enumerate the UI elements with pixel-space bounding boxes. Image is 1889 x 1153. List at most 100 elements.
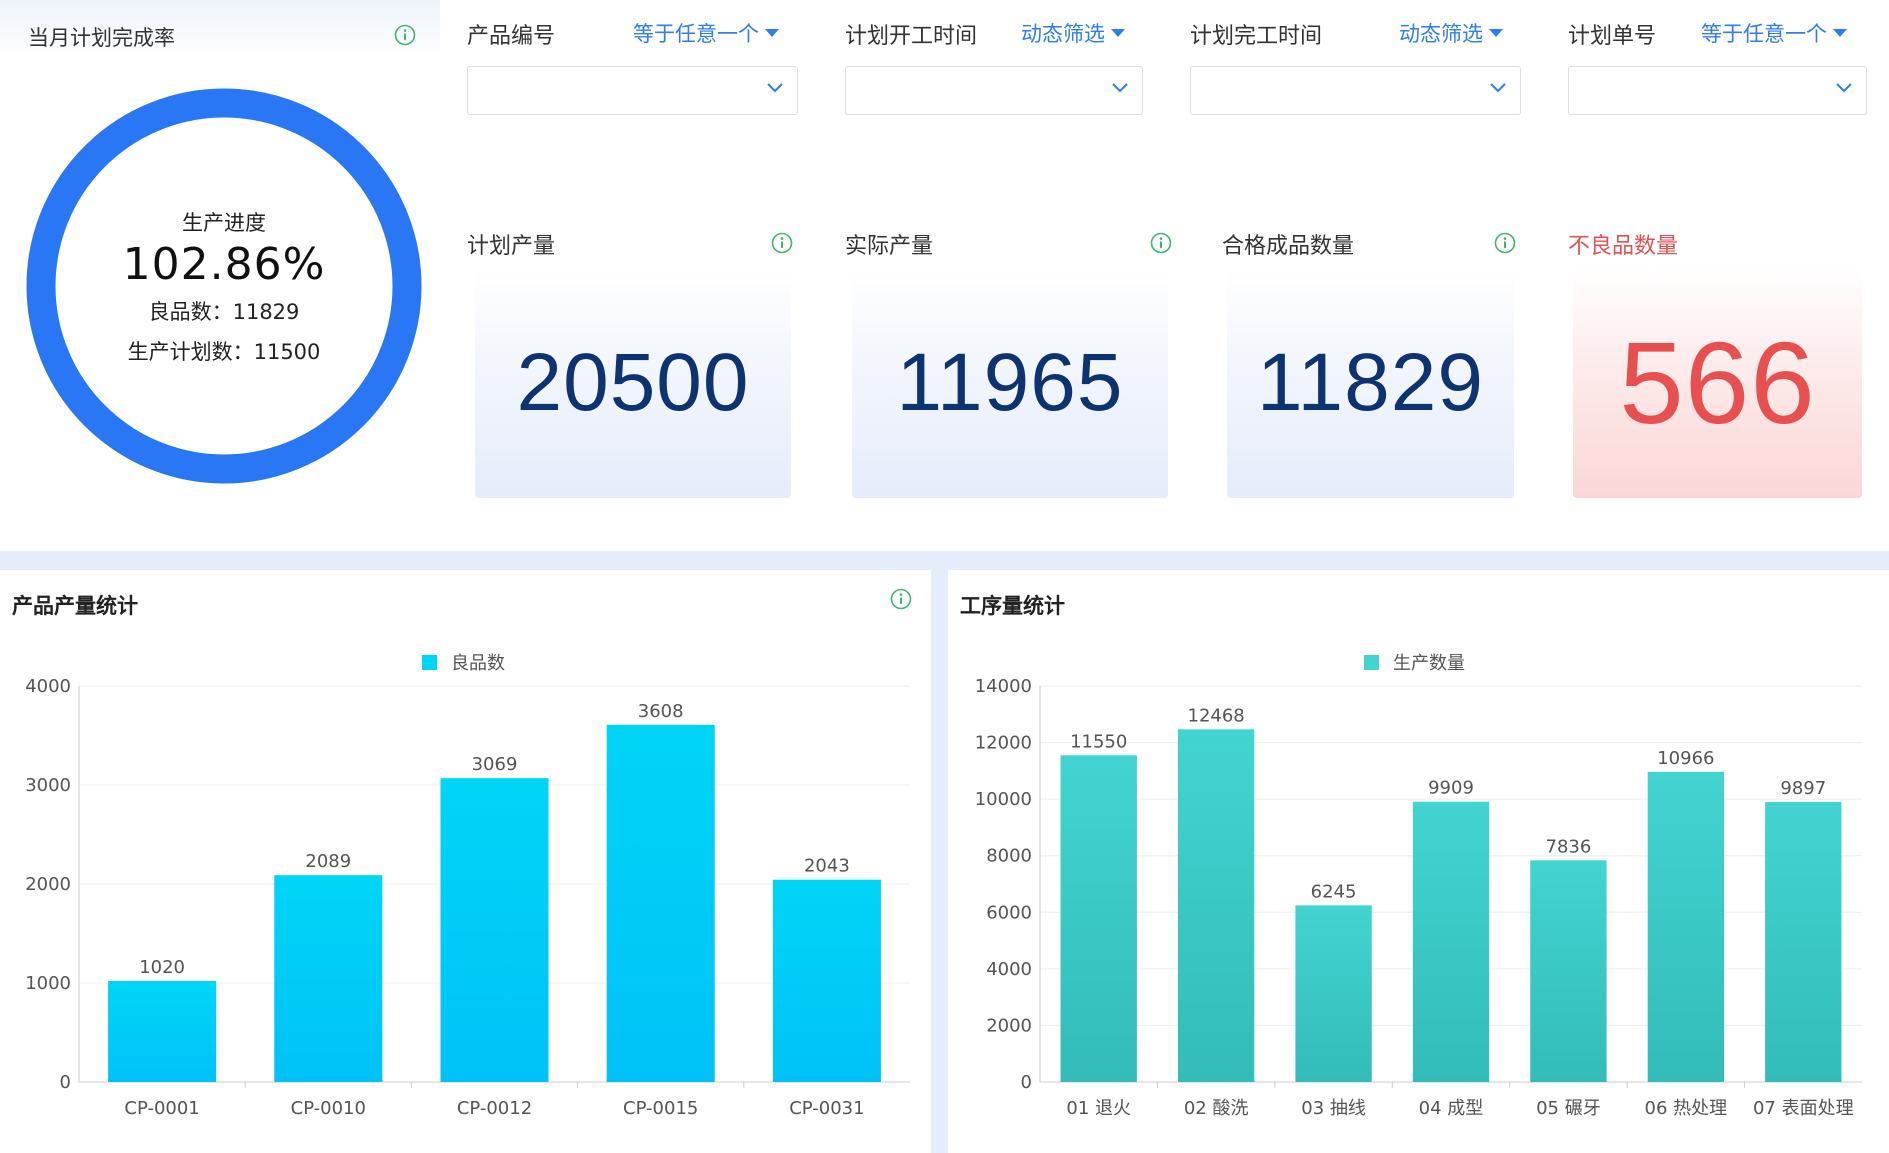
legend-swatch[interactable] xyxy=(1364,655,1379,670)
y-tick-label: 4000 xyxy=(25,676,71,697)
plan-order-no-select[interactable] xyxy=(1568,66,1867,115)
y-tick-label: 14000 xyxy=(975,676,1032,697)
x-tick-label: CP-0012 xyxy=(457,1098,532,1119)
x-tick-label: CP-0015 xyxy=(623,1098,698,1119)
kpi-label: 计划产量 xyxy=(467,234,556,259)
bar[interactable] xyxy=(772,879,881,1082)
product-code-select[interactable] xyxy=(467,66,798,115)
data-label: 2043 xyxy=(804,856,850,877)
chevron-down-icon xyxy=(767,83,783,93)
process-volume-chart-panel: 工序量统计 生产数量 0 2000 4000 6000 8000 10000 12000 140… xyxy=(948,570,1889,1153)
info-icon[interactable] xyxy=(771,232,793,254)
data-label: 3069 xyxy=(472,754,518,775)
chevron-down-icon xyxy=(1112,83,1128,93)
info-icon[interactable] xyxy=(1150,232,1172,254)
x-tick-label: CP-0031 xyxy=(789,1098,864,1119)
kpi-card: 11829 xyxy=(1227,268,1514,498)
y-tick-label: 2000 xyxy=(986,1015,1032,1036)
x-tick-label: 03 抽线 xyxy=(1301,1098,1366,1119)
bar[interactable] xyxy=(1647,771,1725,1082)
x-tick-label: 04 成型 xyxy=(1419,1098,1484,1119)
bar[interactable] xyxy=(1530,860,1607,1082)
data-label: 2089 xyxy=(305,851,351,872)
y-tick-label: 2000 xyxy=(25,874,71,895)
data-label: 9897 xyxy=(1780,778,1826,799)
x-tick-label: 05 碾牙 xyxy=(1536,1098,1601,1119)
good-count-line: 良品数：11829 xyxy=(148,299,300,324)
kpi-label: 合格成品数量 xyxy=(1222,234,1355,259)
bar[interactable] xyxy=(440,778,549,1082)
bar[interactable] xyxy=(1060,755,1137,1082)
bar[interactable] xyxy=(1295,905,1372,1082)
y-tick-label: 8000 xyxy=(986,846,1032,867)
y-tick-label: 3000 xyxy=(25,775,71,796)
filter-mode-dropdown[interactable]: 等于任意一个 xyxy=(633,18,779,48)
data-label: 1020 xyxy=(139,957,185,978)
kpi-actual-output: 实际产量 11965 xyxy=(845,228,1175,498)
bar[interactable] xyxy=(274,875,383,1082)
plan-start-time-select[interactable] xyxy=(845,66,1143,115)
filter-mode-label: 动态筛选 xyxy=(1021,22,1105,46)
kpi-label: 实际产量 xyxy=(845,234,934,259)
chevron-down-icon xyxy=(1836,83,1852,93)
kpi-planned-output: 计划产量 20500 xyxy=(467,228,797,498)
data-label: 7836 xyxy=(1546,836,1592,857)
progress-percent: 102.86% xyxy=(122,238,326,290)
x-tick-label: 06 热处理 xyxy=(1645,1098,1728,1119)
caret-down-icon xyxy=(765,29,779,37)
plan-count-line: 生产计划数：11500 xyxy=(127,339,321,364)
info-icon[interactable] xyxy=(1494,232,1516,254)
kpi-defective-count: 不良品数量 566 xyxy=(1568,228,1868,498)
y-tick-label: 0 xyxy=(1021,1072,1032,1093)
data-label: 10966 xyxy=(1657,748,1714,769)
bar[interactable] xyxy=(1765,802,1842,1082)
data-label: 3608 xyxy=(638,701,684,722)
x-tick-label: 01 退火 xyxy=(1066,1098,1131,1119)
filter-mode-dropdown[interactable]: 动态筛选 xyxy=(1021,18,1125,48)
x-tick-label: 02 酸洗 xyxy=(1184,1098,1249,1119)
kpi-card: 566 xyxy=(1573,268,1862,498)
kpi-value: 566 xyxy=(1619,318,1816,448)
legend-label[interactable]: 良品数 xyxy=(451,653,505,674)
process-volume-bar-chart: 生产数量 0 2000 4000 6000 8000 10000 12000 14000 1155… xyxy=(975,653,1862,1119)
kpi-value: 20500 xyxy=(516,337,750,428)
filter-mode-dropdown[interactable]: 等于任意一个 xyxy=(1701,18,1847,48)
bar[interactable] xyxy=(606,724,715,1082)
product-output-bar-chart: 良品数 0 1000 2000 3000 4000 1020 CP-0001 2089 CP-00… xyxy=(25,653,910,1119)
legend-swatch[interactable] xyxy=(422,655,437,670)
top-section: 当月计划完成率 生产进度 102.86% 良品数：11829 生产计划数：115… xyxy=(0,0,1889,551)
progress-ring: 生产进度 102.86% 良品数：11829 生产计划数：11500 xyxy=(26,88,422,484)
y-tick-label: 12000 xyxy=(975,733,1032,754)
data-label: 9909 xyxy=(1428,778,1474,799)
filter-mode-dropdown[interactable]: 动态筛选 xyxy=(1399,18,1503,48)
filter-label: 计划开工时间 xyxy=(845,24,978,49)
filter-label: 计划单号 xyxy=(1568,24,1657,49)
bar[interactable] xyxy=(1177,729,1255,1082)
kpi-card: 11965 xyxy=(852,268,1168,498)
chevron-down-icon xyxy=(1490,83,1506,93)
data-label: 6245 xyxy=(1311,881,1357,902)
bar[interactable] xyxy=(108,981,217,1082)
y-tick-label: 1000 xyxy=(25,973,71,994)
x-tick-label: CP-0001 xyxy=(124,1098,199,1119)
progress-label: 生产进度 xyxy=(182,210,266,235)
y-tick-label: 4000 xyxy=(986,959,1032,980)
info-icon[interactable] xyxy=(394,24,416,46)
caret-down-icon xyxy=(1489,29,1503,37)
legend-label[interactable]: 生产数量 xyxy=(1393,653,1465,674)
data-label: 11550 xyxy=(1070,731,1127,752)
ring-center-text: 生产进度 102.86% 良品数：11829 生产计划数：11500 xyxy=(26,88,422,484)
filter-mode-label: 等于任意一个 xyxy=(633,22,759,46)
filter-mode-label: 等于任意一个 xyxy=(1701,22,1827,46)
completion-rate-title: 当月计划完成率 xyxy=(28,26,175,50)
plan-finish-time-select[interactable] xyxy=(1190,66,1521,115)
filter-label: 计划完工时间 xyxy=(1190,24,1323,49)
x-tick-label: 07 表面处理 xyxy=(1753,1098,1854,1119)
completion-rate-panel: 当月计划完成率 生产进度 102.86% 良品数：11829 生产计划数：115… xyxy=(0,0,440,551)
data-label: 12468 xyxy=(1188,705,1245,726)
bar[interactable] xyxy=(1412,801,1490,1082)
kpi-value: 11965 xyxy=(896,337,1124,428)
y-tick-label: 6000 xyxy=(986,902,1032,923)
y-tick-label: 10000 xyxy=(975,789,1032,810)
y-tick-label: 0 xyxy=(60,1072,71,1093)
